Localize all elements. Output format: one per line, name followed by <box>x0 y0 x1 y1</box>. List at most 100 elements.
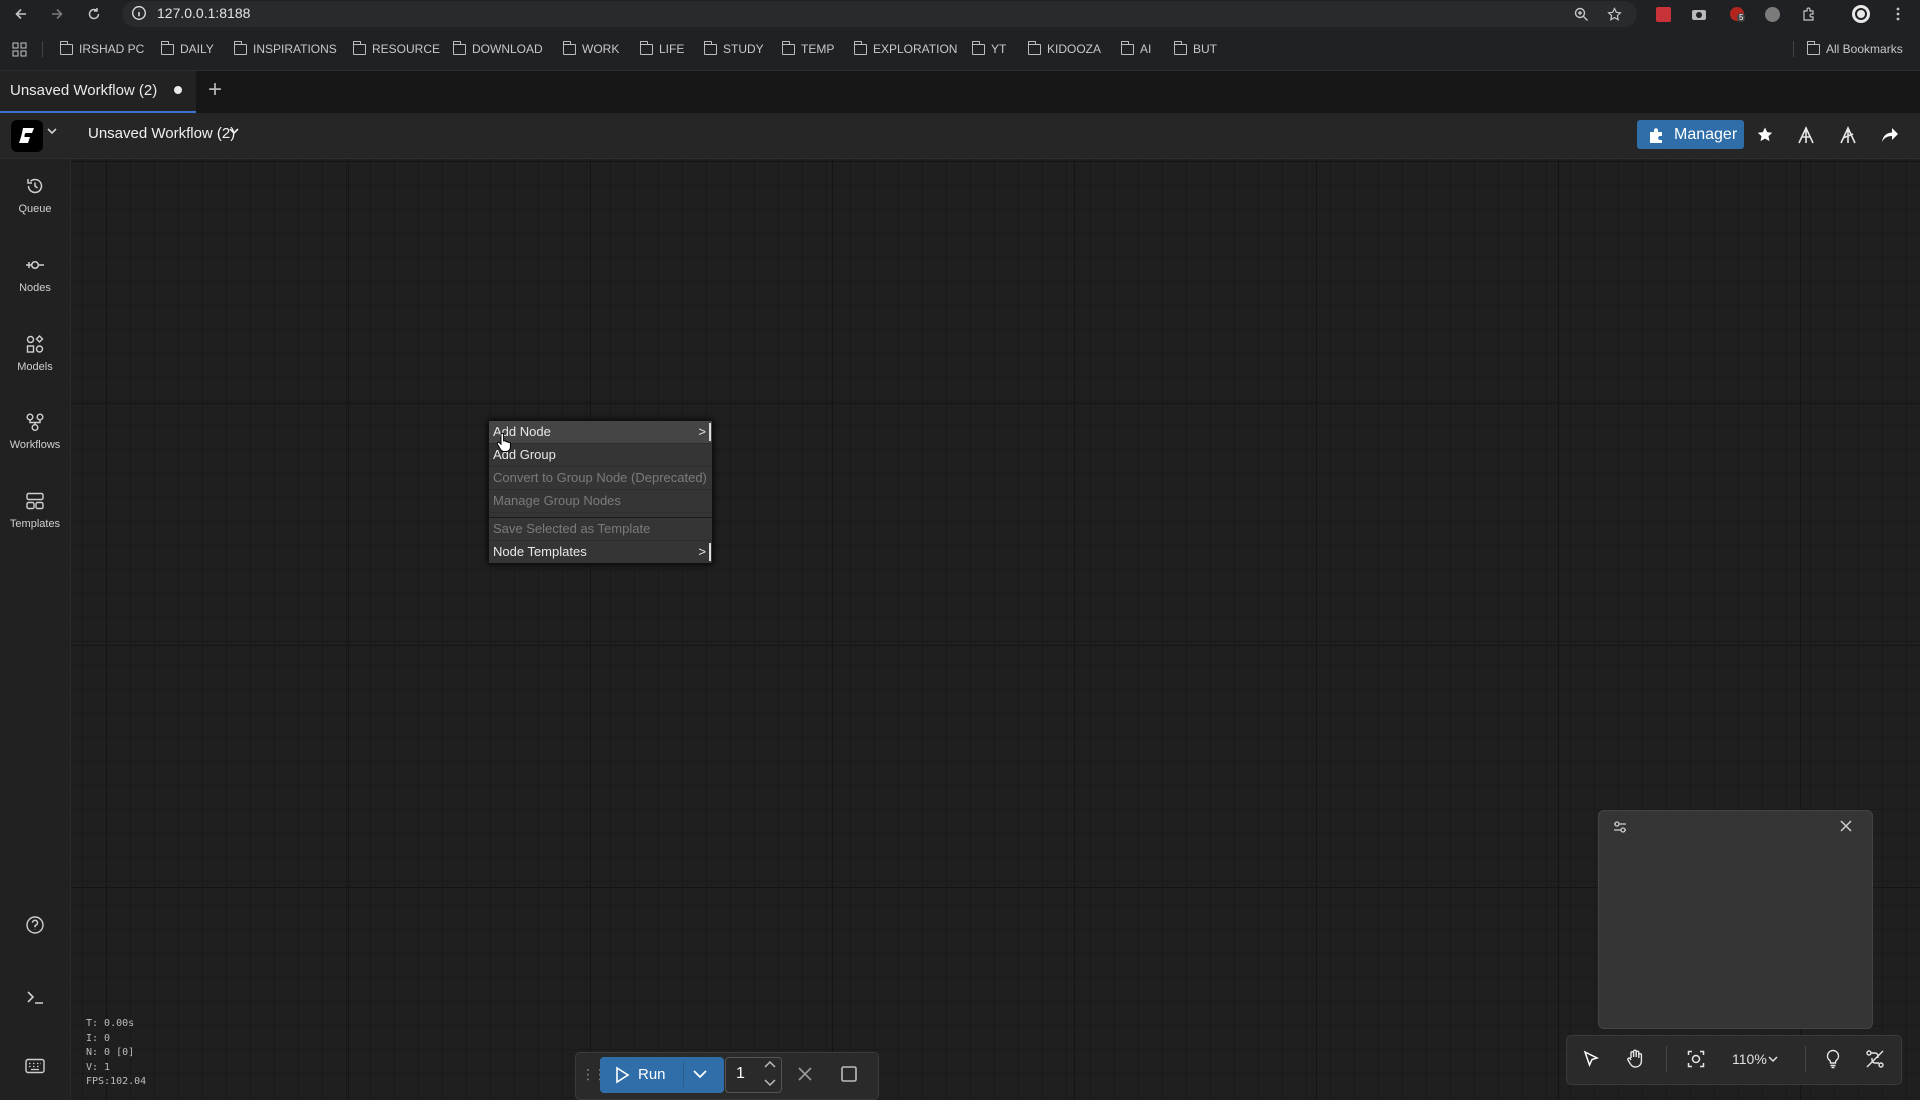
camera-extension-icon[interactable] <box>1689 4 1709 24</box>
terminal-icon[interactable] <box>24 986 46 1008</box>
all-bookmarks-label: All Bookmarks <box>1826 42 1903 56</box>
bookmark-folder[interactable]: IRSHAD PC <box>59 40 144 58</box>
bookmark-folder[interactable]: YT <box>971 40 1006 58</box>
url-text[interactable]: 127.0.0.1:8188 <box>157 5 250 21</box>
bookmark-folder[interactable]: RESOURCE <box>352 40 441 58</box>
folder-icon <box>1027 40 1041 55</box>
bookmark-folder[interactable]: EXPLORATION <box>853 40 958 58</box>
hide-links-icon[interactable] <box>1864 1048 1886 1070</box>
sidebar-item-models[interactable]: Models <box>0 333 70 395</box>
batch-count-value[interactable]: 1 <box>736 1065 745 1083</box>
all-bookmarks-button[interactable]: All Bookmarks <box>1806 40 1903 58</box>
menu-item-label: Convert to Group Node (Deprecated) <box>493 470 707 485</box>
cancel-x-icon[interactable] <box>796 1065 814 1083</box>
workflows-icon <box>24 411 46 433</box>
bookmark-folder[interactable]: KIDOOZA <box>1027 40 1102 58</box>
history-icon <box>24 175 46 197</box>
share-arrow-icon[interactable] <box>1879 124 1901 146</box>
extensions-puzzle-icon[interactable] <box>1799 4 1819 24</box>
apps-grid-icon[interactable] <box>12 42 27 57</box>
help-icon[interactable] <box>24 914 46 936</box>
zoom-icon[interactable] <box>1571 4 1591 24</box>
comfy-logo-icon[interactable] <box>11 120 43 152</box>
sidebar-item-queue[interactable]: Queue <box>0 175 70 237</box>
menu-item-add-group[interactable]: Add Group <box>489 444 712 467</box>
workflow-chevron-down-icon[interactable] <box>229 127 239 135</box>
share-network-alt-icon[interactable] <box>1837 124 1859 146</box>
extension-badge-count: 5 <box>1737 13 1746 22</box>
bookmark-folder[interactable]: DAILY <box>160 40 214 58</box>
bookmark-folder[interactable]: LIFE <box>639 40 685 58</box>
logo-menu-chevron-down-icon[interactable] <box>47 127 57 135</box>
manager-button[interactable]: Manager <box>1637 120 1744 149</box>
new-tab-plus-icon[interactable]: + <box>208 78 222 102</box>
bookmark-label: DAILY <box>180 42 214 56</box>
menu-item-convert-to-group-node[interactable]: Convert to Group Node (Deprecated) <box>489 467 712 490</box>
lightbulb-icon[interactable] <box>1822 1048 1844 1070</box>
stop-square-icon[interactable] <box>840 1065 858 1083</box>
bookmark-label: TEMP <box>801 42 835 56</box>
browser-menu-icon[interactable] <box>1888 4 1908 24</box>
fit-view-focus-icon[interactable] <box>1685 1048 1707 1070</box>
settings-sliders-icon[interactable] <box>1612 819 1628 835</box>
bookmark-folder[interactable]: AI <box>1120 40 1151 58</box>
forward-icon[interactable] <box>46 3 68 25</box>
bookmark-label: STUDY <box>723 42 764 56</box>
workflow-title[interactable]: Unsaved Workflow (2) <box>88 125 235 142</box>
profile-avatar-icon[interactable] <box>1851 4 1871 24</box>
stat-visible: V: 1 <box>86 1061 111 1073</box>
bookmark-folder[interactable]: DOWNLOAD <box>452 40 543 58</box>
extension-gray-icon[interactable] <box>1762 4 1782 24</box>
submenu-arrow-icon: > <box>698 541 711 563</box>
bookmark-star-icon[interactable] <box>1604 4 1624 24</box>
folder-icon <box>1173 40 1187 55</box>
close-icon[interactable] <box>1839 819 1853 833</box>
bookmark-folder[interactable]: BUT <box>1173 40 1217 58</box>
menu-item-add-node[interactable]: Add Node > <box>489 421 712 444</box>
bookmark-folder[interactable]: WORK <box>562 40 619 58</box>
site-info-icon[interactable] <box>131 5 147 21</box>
run-label: Run <box>638 1066 666 1083</box>
keyboard-icon[interactable] <box>24 1055 46 1077</box>
decrement-chevron-down-icon[interactable] <box>764 1077 776 1087</box>
bookmarks-divider <box>42 41 43 57</box>
bookmark-folder[interactable]: INSPIRATIONS <box>233 40 337 58</box>
templates-icon <box>24 490 46 512</box>
bookmarks-divider <box>1793 41 1794 57</box>
stat-iterations: I: 0 <box>86 1032 111 1044</box>
bookmark-folder[interactable]: TEMP <box>781 40 835 58</box>
pan-hand-icon[interactable] <box>1624 1048 1646 1070</box>
menu-item-node-templates[interactable]: Node Templates > <box>489 541 712 563</box>
increment-chevron-up-icon[interactable] <box>764 1060 776 1070</box>
bookmark-label: RESOURCE <box>372 42 441 56</box>
folder-icon <box>1806 40 1820 55</box>
folder-icon <box>781 40 795 55</box>
controls-divider <box>1805 1046 1806 1072</box>
back-icon[interactable] <box>10 3 32 25</box>
bookmark-folder[interactable]: STUDY <box>703 40 764 58</box>
select-pointer-icon[interactable] <box>1580 1048 1602 1070</box>
menu-item-manage-group-nodes[interactable]: Manage Group Nodes <box>489 490 712 513</box>
bookmark-label: EXPLORATION <box>873 42 958 56</box>
extension-red-icon[interactable] <box>1653 4 1673 24</box>
sidebar-item-label: Workflows <box>9 439 61 451</box>
bookmark-label: LIFE <box>659 42 685 56</box>
sidebar-item-workflows[interactable]: Workflows <box>0 411 70 473</box>
reload-icon[interactable] <box>83 3 105 25</box>
folder-icon <box>639 40 653 55</box>
folder-icon <box>853 40 867 55</box>
hand-cursor-icon <box>496 432 512 452</box>
star-icon[interactable] <box>1754 124 1776 146</box>
share-network-icon[interactable] <box>1795 124 1817 146</box>
address-bar[interactable] <box>122 1 1637 27</box>
menu-item-label: Node Templates <box>493 544 587 559</box>
zoom-chevron-down-icon[interactable] <box>1762 1048 1784 1070</box>
bookmark-label: KIDOOZA <box>1047 42 1102 56</box>
sidebar-item-nodes[interactable]: Nodes <box>0 254 70 316</box>
folder-icon <box>562 40 576 55</box>
run-options-chevron-down-icon[interactable] <box>692 1066 708 1082</box>
workflow-tab-title[interactable]: Unsaved Workflow (2) <box>10 82 157 99</box>
sidebar-item-templates[interactable]: Templates <box>0 490 70 552</box>
menu-item-save-selected-as-template[interactable]: Save Selected as Template <box>489 518 712 541</box>
extension-badge-icon[interactable]: 5 <box>1727 4 1747 24</box>
